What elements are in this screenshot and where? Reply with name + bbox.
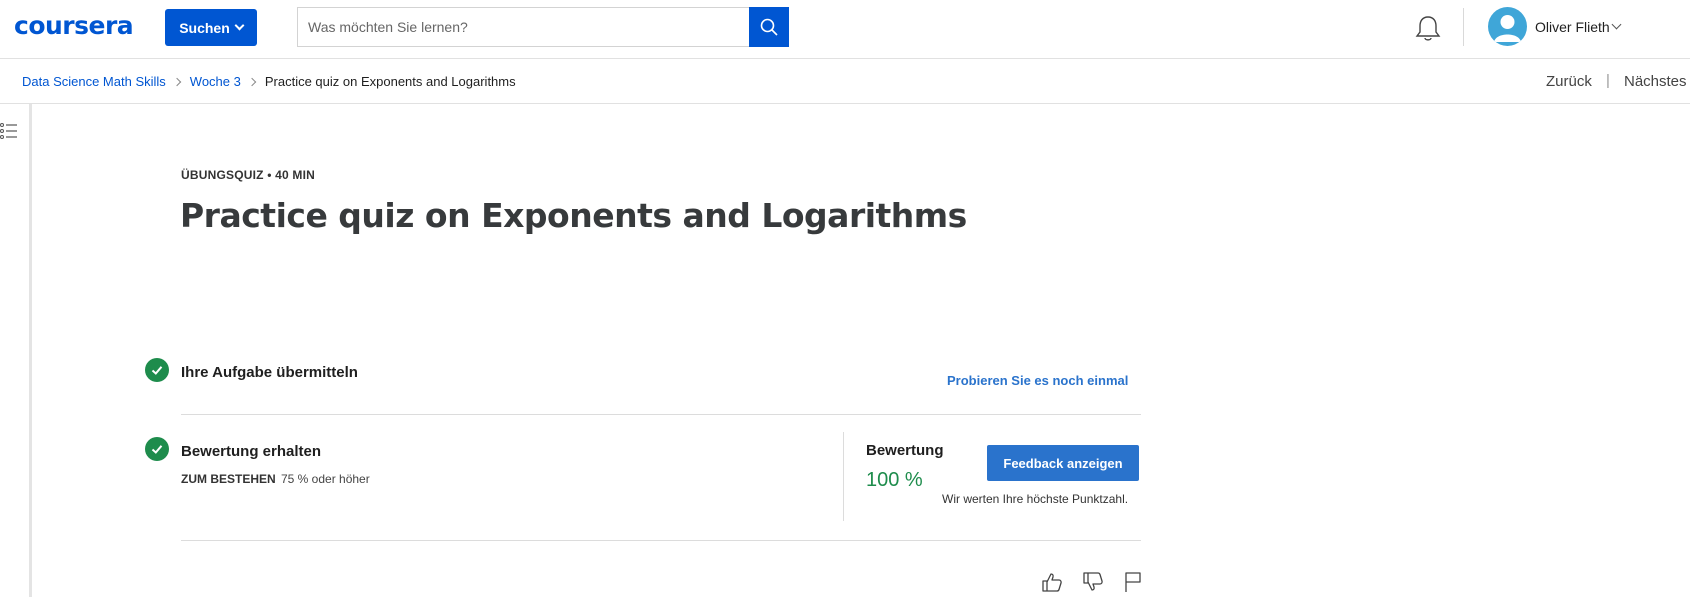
search-menu-button[interactable]: Suchen <box>165 9 257 46</box>
grade-label: Bewertung <box>866 442 944 459</box>
chevron-right-icon <box>172 77 182 86</box>
pass-threshold-label: ZUM BESTEHEN <box>181 472 276 486</box>
search-icon <box>760 18 778 36</box>
flag-icon[interactable] <box>1121 570 1145 594</box>
section-divider <box>181 414 1141 415</box>
submit-step-title: Ihre Aufgabe übermitteln <box>181 364 358 381</box>
item-type-label: ÜBUNGSQUIZ • 40 MIN <box>181 168 316 182</box>
view-feedback-button[interactable]: Feedback anzeigen <box>987 445 1139 481</box>
chevron-down-icon <box>234 20 245 31</box>
user-avatar[interactable] <box>1488 7 1527 46</box>
check-circle-icon <box>145 437 169 461</box>
breadcrumb-item-course[interactable]: Data Science Math Skills <box>22 74 166 89</box>
bell-icon[interactable] <box>1414 14 1442 44</box>
grade-step-title: Bewertung erhalten <box>181 443 322 460</box>
search-menu-button-label: Suchen <box>179 19 230 36</box>
header-divider <box>1463 8 1464 46</box>
search-input[interactable] <box>297 7 749 47</box>
user-name[interactable]: Oliver Flieth <box>1535 19 1610 35</box>
check-circle-icon <box>145 358 169 382</box>
next-link[interactable]: Nächstes <box>1624 73 1687 90</box>
top-navigation-bar: coursera Suchen Oliver Flieth <box>0 0 1690 59</box>
search-submit-button[interactable] <box>749 7 789 47</box>
breadcrumb-current: Practice quiz on Exponents and Logarithm… <box>264 74 516 89</box>
breadcrumb-item-week[interactable]: Woche 3 <box>190 74 241 89</box>
grade-divider <box>843 432 844 521</box>
user-icon <box>1494 15 1521 42</box>
nav-separator: | <box>1606 72 1610 89</box>
retry-link[interactable]: Probieren Sie es noch einmal <box>947 373 1128 388</box>
back-link[interactable]: Zurück <box>1546 73 1592 90</box>
breadcrumb-bar: Data Science Math Skills Woche 3 Practic… <box>0 59 1690 104</box>
coursera-logo[interactable]: coursera <box>14 11 134 40</box>
pass-threshold-value: 75 % oder höher <box>281 472 370 486</box>
grade-value: 100 % <box>866 469 923 491</box>
chevron-right-icon <box>247 77 257 86</box>
course-menu-rail <box>0 104 32 597</box>
thumbs-down-icon[interactable] <box>1081 570 1105 594</box>
list-menu-icon[interactable] <box>0 122 18 140</box>
grade-note: Wir werten Ihre höchste Punktzahl. <box>942 492 1129 506</box>
page-title: Practice quiz on Exponents and Logarithm… <box>180 196 967 235</box>
section-divider <box>181 540 1141 541</box>
chevron-down-icon[interactable] <box>1611 19 1622 30</box>
breadcrumb: Data Science Math Skills Woche 3 Practic… <box>22 74 516 89</box>
thumbs-up-icon[interactable] <box>1040 570 1064 594</box>
